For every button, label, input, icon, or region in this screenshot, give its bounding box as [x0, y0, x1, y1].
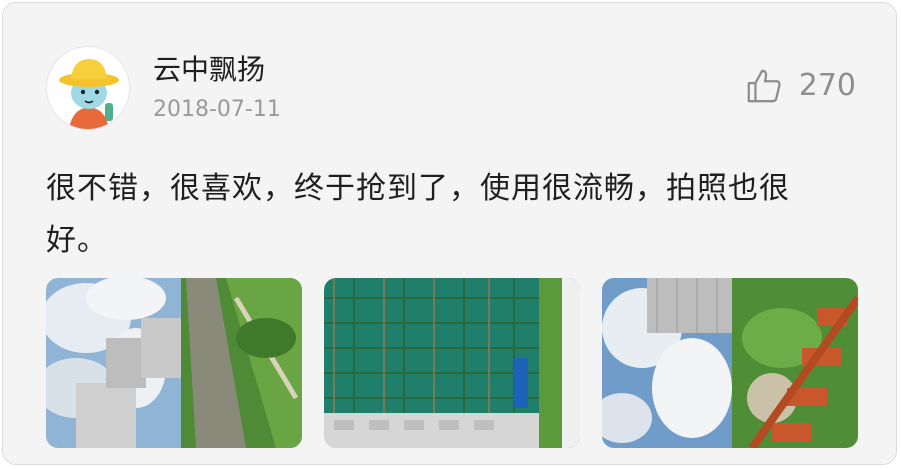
comment-text: 很不错，很喜欢，终于抢到了，使用很流畅，拍照也很好。	[46, 171, 790, 258]
review-card: 云中飘扬 2018-07-11 270 很不错，很喜欢，终于抢到了，使用很流畅，…	[2, 2, 897, 465]
photo-thumbnail-1[interactable]	[46, 278, 302, 448]
thumbs-up-icon	[747, 69, 781, 103]
like-button[interactable]: 270	[745, 63, 856, 109]
cartoon-user-avatar-icon	[47, 47, 129, 129]
username[interactable]: 云中飘扬	[153, 51, 265, 89]
post-date: 2018-07-11	[153, 97, 281, 122]
photo-gallery	[46, 278, 858, 448]
photo-thumbnail-2[interactable]	[324, 278, 580, 448]
like-count: 270	[798, 68, 856, 103]
photo-thumbnail-3[interactable]	[602, 278, 858, 448]
user-avatar[interactable]	[46, 46, 130, 130]
